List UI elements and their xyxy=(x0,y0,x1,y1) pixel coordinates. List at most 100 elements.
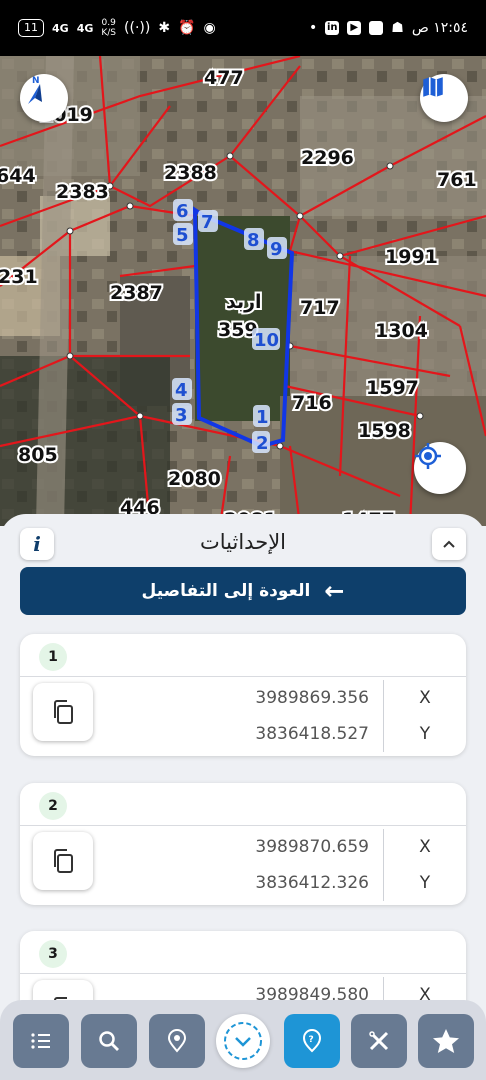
coordinate-card: 1 3989869.356 X 3836418.527 Y xyxy=(20,634,466,756)
my-location-button[interactable] xyxy=(414,442,466,494)
selected-parcel-name: اربد xyxy=(226,291,262,313)
data-speed: 0.9 K/S xyxy=(101,18,117,38)
copy-icon xyxy=(54,849,73,873)
parcel-label: 1991 xyxy=(385,246,438,268)
parcel-label: 477 xyxy=(204,67,244,89)
snapchat-icon: ☗ xyxy=(391,20,404,36)
selected-parcel-number: 359 xyxy=(218,319,258,341)
measure-tools-icon xyxy=(369,1031,389,1051)
network-indicator-2: 4G xyxy=(76,21,94,35)
collapse-button[interactable] xyxy=(432,528,466,560)
parcel-label: 2387 xyxy=(110,282,163,304)
location-pin-icon xyxy=(167,1029,187,1053)
vertex-label: 5 xyxy=(176,225,189,246)
sheet-title: الإحداثيات xyxy=(200,530,286,554)
vertex-label: 2 xyxy=(256,433,269,454)
alarm-icon: ⏰ xyxy=(178,20,196,36)
app-icon xyxy=(369,21,384,35)
y-value: 3836412.326 xyxy=(255,873,369,893)
x-axis-label: X xyxy=(419,837,431,857)
vertex-label: 6 xyxy=(176,201,189,222)
vertex-label: 9 xyxy=(270,239,283,260)
sheet-header: i الإحداثيات xyxy=(0,514,486,570)
parcel-label: 1598 xyxy=(358,420,411,442)
vertex-index-badge: 1 xyxy=(39,643,67,671)
y-axis-label: Y xyxy=(419,724,431,744)
status-bar: 11 4G 4G 0.9 K/S ((·)) ✱ ⏰ ◉ • in ▶ ☗ ١٢:… xyxy=(0,0,486,56)
x-value: 3989869.356 xyxy=(255,688,369,708)
svg-text:?: ? xyxy=(309,1035,314,1045)
parcel-label: 1597 xyxy=(366,377,419,399)
back-button-label: العودة إلى التفاصيل xyxy=(141,581,311,601)
parcel-label: 2080 xyxy=(168,468,221,490)
arrow-left-icon: ← xyxy=(324,577,345,605)
map-view[interactable]: 477 2019 2296 761 644 2383 2388 1991 231… xyxy=(0,56,486,526)
back-to-details-button[interactable]: العودة إلى التفاصيل ← xyxy=(20,567,466,615)
clock: ١٢:٥٤ ص xyxy=(411,20,468,36)
notification-dot-icon: • xyxy=(308,20,318,36)
bluetooth-icon: ✱ xyxy=(158,20,171,36)
parcel-label: 2388 xyxy=(164,162,217,184)
vertex-label: 7 xyxy=(201,212,214,233)
y-coordinate-row: 3836412.326 Y xyxy=(110,865,466,901)
list-button[interactable] xyxy=(13,1014,69,1068)
help-icon: ? xyxy=(302,1029,322,1053)
y-coordinate-row: 3836418.527 Y xyxy=(110,716,466,752)
search-button[interactable] xyxy=(81,1014,137,1068)
parcel-label: 1304 xyxy=(375,320,428,342)
favorite-button[interactable] xyxy=(418,1014,474,1068)
vertex-label: 4 xyxy=(175,380,188,401)
x-coordinate-row: 3989869.356 X xyxy=(110,680,466,716)
battery-indicator: 11 xyxy=(18,19,44,37)
help-button[interactable]: ? xyxy=(284,1014,340,1068)
coordinate-card: 2 3989870.659 X 3836412.326 Y xyxy=(20,783,466,905)
x-value: 3989870.659 xyxy=(255,837,369,857)
network-indicator-1: 4G xyxy=(52,21,69,35)
vertex-label: 3 xyxy=(175,405,188,426)
copy-icon xyxy=(54,700,73,724)
linkedin-icon: in xyxy=(325,21,340,35)
coordinates-sheet: i الإحداثيات العودة إلى التفاصيل ← 1 398… xyxy=(0,514,486,1080)
y-value: 3836418.527 xyxy=(255,724,369,744)
location-status-icon: ◉ xyxy=(203,20,216,36)
parcel-label: 805 xyxy=(18,444,58,466)
divider xyxy=(20,676,466,677)
favorite-icon xyxy=(433,1029,459,1053)
map-layers-button[interactable] xyxy=(420,74,468,122)
map-icon xyxy=(423,77,443,97)
parcel-label: 761 xyxy=(437,169,477,191)
copy-button[interactable] xyxy=(33,832,93,890)
measure-tools-button[interactable] xyxy=(351,1014,407,1068)
bottom-toolbar: ? xyxy=(0,1000,486,1080)
svg-text:N: N xyxy=(32,76,40,86)
x-axis-label: X xyxy=(419,688,431,708)
vertex-label: 1 xyxy=(256,407,269,428)
vertex-label: 10 xyxy=(254,330,279,351)
parcel-label: 2383 xyxy=(56,181,109,203)
compass-button[interactable]: N xyxy=(20,74,68,122)
x-coordinate-row: 3989870.659 X xyxy=(110,829,466,865)
vertex-index-badge: 3 xyxy=(39,940,67,968)
divider xyxy=(20,973,466,974)
parcel-label: 231 xyxy=(0,266,38,288)
info-button[interactable]: i xyxy=(20,528,54,560)
parcel-label: 717 xyxy=(300,297,340,319)
vertex-label: 8 xyxy=(247,230,260,251)
hotspot-icon: ((·)) xyxy=(124,20,151,36)
chevron-down-icon xyxy=(224,1022,262,1060)
location-pin-button[interactable] xyxy=(149,1014,205,1068)
parcel-label: 644 xyxy=(0,165,36,187)
search-icon xyxy=(99,1031,119,1051)
parcel-label: 716 xyxy=(292,392,332,414)
chevron-up-icon xyxy=(443,540,455,548)
parcel-label: 2296 xyxy=(301,147,354,169)
youtube-icon: ▶ xyxy=(347,21,362,35)
copy-button[interactable] xyxy=(33,683,93,741)
expand-toolbar-button[interactable] xyxy=(216,1014,270,1068)
list-icon xyxy=(31,1033,50,1049)
divider xyxy=(20,825,466,826)
gps-target-icon xyxy=(415,443,441,469)
vertex-index-badge: 2 xyxy=(39,792,67,820)
compass-north-icon: N xyxy=(28,76,42,104)
y-axis-label: Y xyxy=(419,873,431,893)
